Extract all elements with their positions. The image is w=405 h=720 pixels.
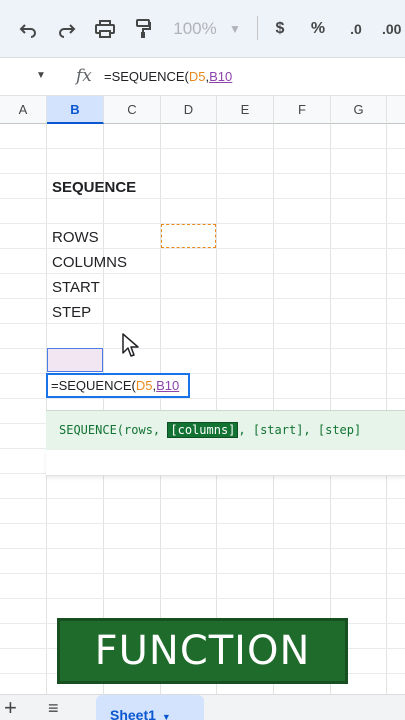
sheet-tabs-bar: + ≡ Sheet1 ▼ [0,694,405,720]
print-icon [95,20,115,38]
cell-b10-reference-highlight[interactable] [47,348,103,372]
function-banner: FUNCTION [57,618,348,684]
zoom-dropdown-icon[interactable]: ▼ [228,14,242,44]
editor-prefix: =SEQUENCE( [51,378,136,393]
column-header-a[interactable]: A [0,96,47,124]
cell-b3-title[interactable]: SEQUENCE [52,179,136,196]
function-help-footer [46,450,405,476]
column-header-b[interactable]: B [47,96,104,124]
paint-format-icon [136,19,151,38]
column-header-f[interactable]: F [274,96,331,124]
column-header-g[interactable]: G [331,96,387,124]
percent-label: % [310,20,326,37]
column-header-d[interactable]: D [161,96,217,124]
cell-b5-rows[interactable]: ROWS [52,229,99,246]
decrease-decimal-label: .0 [350,21,362,37]
chevron-down-icon[interactable]: ▼ [162,712,171,720]
formula-ref-d5: D5 [188,69,206,84]
editor-ref-b10: B10 [156,378,180,393]
fx-icon: fx [76,66,92,86]
sheet-grid[interactable] [0,124,405,694]
print-button[interactable] [93,14,117,44]
column-header-c[interactable]: C [104,96,161,124]
column-header-e[interactable]: E [217,96,274,124]
function-help-popup[interactable]: SEQUENCE(rows, [columns], [start], [step… [46,410,405,450]
paint-format-button[interactable] [131,14,155,44]
hint-function-prefix: SEQUENCE(rows, [59,423,168,437]
hint-active-argument: [columns] [167,422,239,438]
formula-bar: ▼ fx =SEQUENCE(D5,B10 [0,58,405,96]
currency-label: $ [275,20,285,37]
undo-button[interactable] [16,14,40,44]
redo-icon [59,24,76,38]
undo-icon [19,24,36,38]
zoom-select[interactable]: 100% [170,14,220,44]
toolbar-divider [257,16,258,40]
add-sheet-button[interactable]: + [4,697,17,719]
toolbar: 100% ▼ $ % .0 .00 [0,0,405,58]
name-box-dropdown-icon[interactable]: ▼ [36,70,46,81]
cell-b6-columns[interactable]: COLUMNS [52,254,127,271]
increase-decimal-button[interactable]: .00 [382,14,405,44]
sheet-tab-label: Sheet1 [110,707,156,720]
currency-format-button[interactable]: $ [270,14,290,44]
formula-input[interactable]: =SEQUENCE(D5,B10 [104,69,232,84]
cell-b8-step[interactable]: STEP [52,304,91,321]
banner-text: FUNCTION [94,628,311,674]
column-header-h[interactable] [387,96,405,124]
zoom-value: 100% [173,19,217,38]
increase-decimal-label: .00 [382,21,402,37]
hint-remaining-arguments: , [start], [step] [238,423,362,437]
all-sheets-menu-icon[interactable]: ≡ [48,699,59,717]
redo-button[interactable] [55,14,79,44]
percent-format-button[interactable]: % [308,14,328,44]
cell-editor[interactable]: =SEQUENCE(D5,B10 [46,373,190,398]
cell-b7-start[interactable]: START [52,279,100,296]
cell-d5-reference-highlight[interactable] [161,224,216,248]
tab-sheet1[interactable]: Sheet1 ▼ [96,695,204,720]
decrease-decimal-button[interactable]: .0 [343,14,369,44]
formula-prefix: =SEQUENCE( [104,69,189,84]
mouse-pointer-icon [122,333,139,357]
formula-ref-b10: B10 [209,69,233,84]
editor-ref-d5: D5 [135,378,153,393]
